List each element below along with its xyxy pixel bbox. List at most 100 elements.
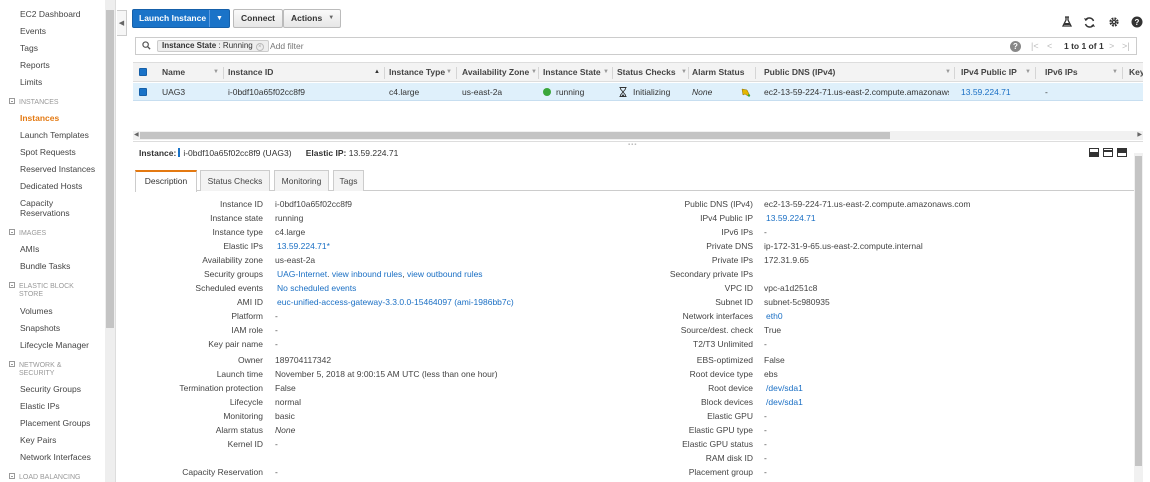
column-divider[interactable] [1122,67,1123,79]
actions-button[interactable]: Actions ▼ [283,9,342,28]
add-filter-input[interactable]: Add filter [270,41,304,51]
table-scrollbar-thumb[interactable] [140,132,890,139]
collapse-sidebar-button[interactable]: ◀ [117,10,127,36]
close-icon[interactable]: × [255,43,264,51]
sidebar-scrollbar-thumb[interactable] [106,10,114,328]
view-outbound-rules-link[interactable]: view outbound rules [407,269,483,279]
layout-split-icon[interactable] [1103,148,1113,157]
sidebar-item-snapshots[interactable]: Snapshots [20,323,105,333]
table-row[interactable]: UAG3 i-0bdf10a65f02cc8f9 c4.large us-eas… [133,83,1143,101]
help-circle-icon[interactable]: ? [1131,16,1143,28]
field-value-ipv4-public-ip[interactable]: 13.59.224.71 [766,213,816,223]
security-group-link[interactable]: UAG-Internet [277,269,327,279]
sidebar-item-spot-requests[interactable]: Spot Requests [20,147,105,157]
layout-top-icon[interactable] [1117,148,1127,157]
column-divider[interactable] [384,67,385,79]
tab-tags[interactable]: Tags [333,170,364,191]
detail-scrollbar-thumb[interactable] [1135,156,1142,466]
column-header-alarm-status[interactable]: Alarm Status [692,63,753,82]
column-header-name[interactable]: Name ▼ [162,63,219,82]
bell-icon[interactable] [740,87,751,97]
sidebar-item-dedicated-hosts[interactable]: Dedicated Hosts [20,181,105,191]
column-divider[interactable] [755,67,756,79]
flask-icon[interactable] [1061,16,1073,28]
column-divider[interactable] [538,67,539,79]
next-page-icon[interactable]: > [1109,41,1114,51]
filter-bar[interactable]: Instance State : Running × Add filter ? |… [135,37,1137,55]
select-all-checkbox[interactable] [139,68,147,76]
sidebar-item-launch-templates[interactable]: Launch Templates [20,130,105,140]
sidebar-item-network-interfaces[interactable]: Network Interfaces [20,452,105,462]
cell-ipv4-public-ip[interactable]: 13.59.224.71 [961,83,1011,101]
column-header-instance-state[interactable]: Instance State ▼ [543,63,609,82]
sidebar-item-elastic-ips[interactable]: Elastic IPs [20,401,105,411]
sidebar-item-key-pairs[interactable]: Key Pairs [20,435,105,445]
column-header-ipv4-public-ip[interactable]: IPv4 Public IP ▼ [961,63,1031,82]
sidebar-item-tags[interactable]: Tags [20,43,105,53]
column-header-instance-type[interactable]: Instance Type ▼ [389,63,452,82]
column-header-availability-zone[interactable]: Availability Zone ▼ [462,63,537,82]
view-inbound-rules-link[interactable]: view inbound rules [332,269,402,279]
sidebar-item-limits[interactable]: Limits [20,77,105,87]
sidebar-item-ec2-dashboard[interactable]: EC2 Dashboard [20,9,105,19]
tab-description[interactable]: Description [135,170,197,192]
scroll-right-icon[interactable]: ▶ [1137,131,1142,140]
sidebar-section-network-security[interactable]: NETWORK & SECURITY [9,361,99,378]
sidebar-item-reports[interactable]: Reports [20,60,105,70]
launch-dropdown-button[interactable]: ▼ [209,10,229,27]
sidebar-section-images[interactable]: IMAGES [9,229,99,238]
tab-status-checks[interactable]: Status Checks [200,170,270,191]
sidebar-item-instances[interactable]: Instances [20,113,105,123]
field-value-network-interfaces[interactable]: eth0 [766,311,783,321]
sidebar-item-lifecycle-manager[interactable]: Lifecycle Manager [20,340,105,350]
prev-page-icon[interactable]: < [1047,41,1052,51]
sidebar-item-events[interactable]: Events [20,26,105,36]
field-value-ami-id[interactable]: euc-unified-access-gateway-3.3.0.0-15464… [277,297,514,307]
column-header-key[interactable]: Key [1129,63,1143,82]
field-value-root-device[interactable]: /dev/sda1 [766,383,803,393]
drag-handle-icon[interactable]: ▪▪▪ [628,142,637,148]
sidebar-item-security-groups[interactable]: Security Groups [20,384,105,394]
layout-bottom-icon[interactable] [1089,148,1099,157]
column-header-status-checks[interactable]: Status Checks ▼ [617,63,687,82]
column-header-instance-id[interactable]: Instance ID ▲ [228,63,380,82]
field-value-elastic-ips[interactable]: 13.59.224.71* [277,241,330,251]
sidebar-item-capacity-reservations[interactable]: Capacity Reservations [20,198,80,218]
scroll-left-icon[interactable]: ◀ [134,131,139,140]
tab-monitoring[interactable]: Monitoring [274,170,329,191]
collapse-icon [9,282,15,289]
column-divider[interactable] [612,67,613,79]
column-divider[interactable] [456,67,457,79]
first-page-icon[interactable]: |< [1031,41,1039,51]
pane-splitter[interactable]: ▪▪▪ [133,141,1143,148]
row-checkbox[interactable] [139,88,147,96]
field-value-block-devices[interactable]: /dev/sda1 [766,397,803,407]
field-value-lifecycle: normal [275,397,301,407]
refresh-icon[interactable] [1083,16,1095,28]
last-page-icon[interactable]: >| [1122,41,1130,51]
column-divider[interactable] [954,67,955,79]
sidebar-item-reserved-instances[interactable]: Reserved Instances [20,164,105,174]
sidebar-item-amis[interactable]: AMIs [20,244,105,254]
sidebar-item-bundle-tasks[interactable]: Bundle Tasks [20,261,105,271]
sidebar-item-volumes[interactable]: Volumes [20,306,105,316]
launch-instance-button[interactable]: Launch Instance ▼ [132,9,230,28]
column-divider[interactable] [1035,67,1036,79]
column-header-ipv6-ips[interactable]: IPv6 IPs ▼ [1045,63,1118,82]
gear-icon[interactable] [1108,16,1120,28]
sidebar-section-load-balancing[interactable]: LOAD BALANCING [9,473,99,482]
field-value-placement-group: - [764,467,767,477]
detail-vertical-scrollbar[interactable] [1134,153,1143,482]
sidebar-item-placement-groups[interactable]: Placement Groups [20,418,105,428]
table-horizontal-scrollbar[interactable]: ◀ ▶ [133,131,1143,140]
connect-button[interactable]: Connect [233,9,283,28]
sidebar-scrollbar[interactable] [105,0,115,482]
column-divider[interactable] [688,67,689,79]
field-value-scheduled-events[interactable]: No scheduled events [277,283,356,293]
filter-chip-instance-state[interactable]: Instance State : Running × [157,40,269,52]
column-divider[interactable] [223,67,224,79]
help-icon[interactable]: ? [1010,41,1021,52]
sidebar-section-elastic-block-store[interactable]: ELASTIC BLOCK STORE [9,282,99,299]
column-header-public-dns[interactable]: Public DNS (IPv4) ▼ [764,63,951,82]
sidebar-section-instances[interactable]: INSTANCES [9,98,99,107]
